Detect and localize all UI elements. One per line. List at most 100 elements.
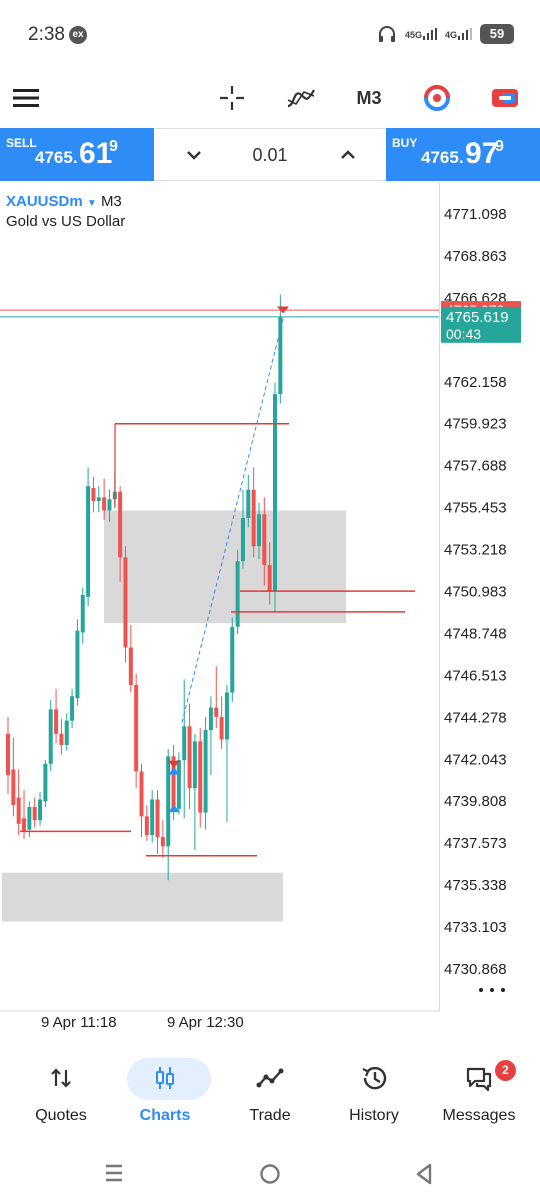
messages-badge: 2	[495, 1060, 516, 1081]
nav-messages[interactable]: 2 Messages	[425, 1050, 533, 1142]
candle-body	[262, 514, 267, 565]
trade-bar: SELL 4765. 61 9 0.01 BUY 4765. 97 9	[0, 128, 540, 181]
price-axis-tick: 4744.278	[444, 709, 507, 726]
price-chart[interactable]: 4771.098 4768.863 4762.158 4759.923 4757.688…	[0, 182, 540, 1012]
chevron-up-icon[interactable]	[336, 143, 360, 167]
status-icons: 45G 4G 59	[377, 24, 514, 44]
price-axis-tick: 4762.158	[444, 374, 507, 391]
sell-label: SELL	[6, 136, 37, 150]
price-axis-tick: 4746.513	[444, 667, 507, 684]
nav-quotes-label: Quotes	[35, 1107, 87, 1124]
symbol-dropdown-icon[interactable]: ▼	[87, 198, 97, 209]
crosshair-button[interactable]	[216, 76, 248, 120]
candle-body	[54, 709, 59, 734]
candle-body	[198, 741, 203, 813]
candle-body	[134, 685, 139, 772]
nav-quotes[interactable]: Quotes	[7, 1050, 115, 1142]
candle-body	[64, 720, 69, 746]
buy-label: BUY	[392, 136, 418, 150]
buy-price-points: 9	[495, 138, 504, 155]
lot-selector: 0.01	[154, 128, 386, 181]
nav-trade[interactable]: Trade	[216, 1050, 324, 1142]
chart-toolbar: M3	[0, 70, 540, 126]
chart-area[interactable]: 4771.098 4768.863 4762.158 4759.923 4757.688…	[0, 182, 540, 1012]
candle-body	[91, 487, 96, 502]
candle-body	[240, 517, 245, 562]
supply-demand-zone	[104, 510, 346, 624]
candle-body	[38, 799, 43, 821]
candle-body	[251, 489, 256, 547]
current-price-label: 4765.619	[446, 309, 509, 326]
sell-price-prefix: 4765.	[35, 148, 78, 167]
candle-body	[80, 594, 85, 633]
candle-body	[32, 807, 37, 821]
candle-body	[224, 692, 229, 740]
timeframe-button[interactable]: M3	[352, 76, 386, 120]
candle-body	[11, 769, 16, 806]
candle-body	[160, 837, 165, 847]
nav-messages-label: Messages	[442, 1107, 516, 1124]
nav-history[interactable]: History	[320, 1050, 428, 1142]
candle-body	[214, 707, 219, 717]
price-axis-tick: 4750.983	[444, 584, 507, 601]
candle-body	[139, 771, 144, 817]
home-icon[interactable]	[259, 1163, 281, 1185]
price-axis-tick: 4742.043	[444, 751, 507, 768]
candle-body	[6, 733, 10, 776]
more-dots-icon	[501, 988, 505, 992]
symbol-description: Gold vs US Dollar	[6, 213, 126, 230]
sell-price-pips: 61	[79, 137, 113, 170]
time-label-2: 9 Apr 12:30	[167, 1014, 244, 1031]
candle-body	[219, 716, 224, 740]
one-click-trading-icon	[424, 85, 450, 111]
nav-trade-label: Trade	[249, 1107, 291, 1124]
chart-settings-button[interactable]	[488, 76, 522, 120]
candle-body	[86, 486, 91, 597]
sell-button[interactable]: SELL 4765. 61 9	[0, 128, 154, 181]
price-axis-tick: 4755.453	[444, 500, 507, 517]
buy-button[interactable]: BUY 4765. 97 9	[386, 128, 540, 181]
candle-body	[48, 709, 53, 764]
candle-body	[208, 707, 213, 731]
price-axis-separator	[439, 182, 440, 1011]
buy-price-prefix: 4765.	[421, 148, 464, 167]
candle-body	[102, 497, 107, 511]
candle-body	[75, 630, 80, 699]
sell-price-points: 9	[109, 138, 118, 155]
candle-body	[16, 797, 21, 824]
candle-body	[96, 497, 101, 502]
menu-button[interactable]	[10, 76, 42, 120]
candle-body	[155, 799, 160, 838]
candle-body	[192, 741, 197, 789]
candle-body	[118, 491, 123, 558]
recent-apps-icon[interactable]	[104, 1163, 124, 1183]
history-icon	[362, 1066, 387, 1090]
price-axis-tick: 4759.923	[444, 416, 507, 433]
candle-body	[27, 807, 32, 830]
candle-body	[246, 489, 251, 518]
candle-body	[70, 696, 75, 721]
price-axis-tick: 4757.688	[444, 458, 507, 475]
back-icon[interactable]	[413, 1162, 435, 1186]
indicators-icon	[287, 89, 315, 108]
indicators-button[interactable]	[284, 76, 318, 120]
chart-settings-icon	[492, 89, 518, 107]
price-axis-tick: 4730.868	[444, 961, 507, 978]
crosshair-icon	[220, 86, 244, 110]
status-time: 2:38	[28, 24, 65, 45]
trade-icon	[256, 1068, 284, 1088]
candle-body	[187, 726, 192, 789]
candle-countdown-label: 00:43	[446, 326, 481, 342]
price-axis-tick: 4771.098	[444, 206, 507, 223]
candle-body	[22, 818, 27, 832]
candle-body	[144, 816, 149, 836]
price-axis-tick: 4753.218	[444, 542, 507, 559]
symbol-name[interactable]: XAUUSDm	[6, 193, 83, 210]
symbol-header[interactable]: XAUUSDm ▼ M3	[6, 193, 122, 210]
quotes-icon	[51, 1068, 71, 1088]
time-label-1: 9 Apr 11:18	[41, 1014, 117, 1031]
one-click-trading-button[interactable]	[420, 76, 454, 120]
nav-charts[interactable]: Charts	[111, 1050, 219, 1142]
candle-body	[59, 733, 64, 746]
candle-body	[256, 514, 261, 547]
